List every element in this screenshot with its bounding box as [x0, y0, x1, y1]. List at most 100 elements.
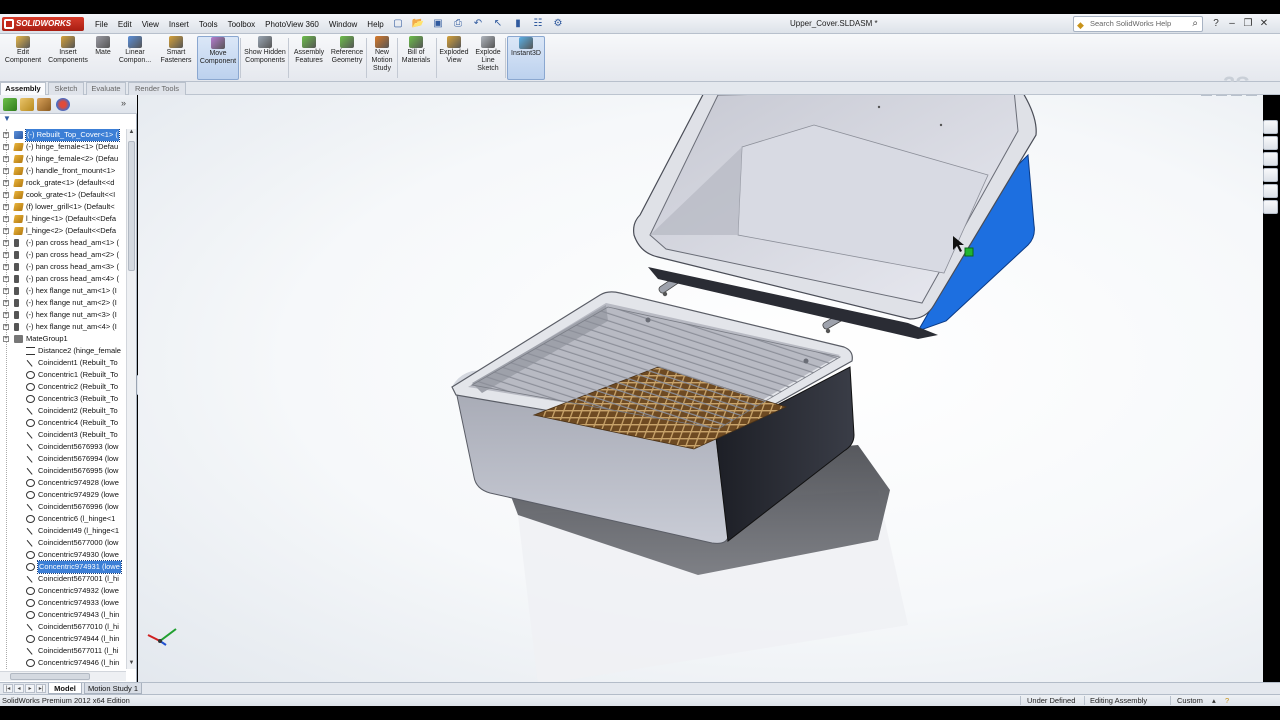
menu-file[interactable]: File [90, 18, 113, 31]
graphics-area[interactable]: ⤢ ⌕ ↺ ◧ ◳ ◪ ◐ ◉ ▣ ⚙ – ▭ ❐ ✕ [138, 95, 1263, 682]
linear-compon-button[interactable]: Linear Compon... [116, 36, 154, 80]
tree-item[interactable]: + (-) hinge_female<2> (Defau [0, 153, 126, 165]
design-library-icon[interactable] [1263, 136, 1278, 150]
tree-item[interactable]: Coincident5676995 (low [0, 465, 126, 477]
expand-icon[interactable]: + [3, 312, 9, 318]
tab-sketch[interactable]: Sketch [48, 82, 84, 95]
bill-of-materials-button[interactable]: Bill of Materials [399, 36, 433, 80]
tree-item[interactable]: Coincident5677010 (l_hi [0, 621, 126, 633]
menu-view[interactable]: View [137, 18, 164, 31]
tab-model[interactable]: Model [48, 683, 82, 694]
expand-icon[interactable]: + [3, 288, 9, 294]
mate-reference-point[interactable] [964, 247, 974, 257]
menu-help[interactable]: Help [362, 18, 388, 31]
print-icon[interactable]: ⎙ [450, 17, 466, 31]
graphics-tile-icon[interactable]: ▭ [1216, 95, 1227, 96]
zoom-to-fit-icon[interactable]: ⤢ [608, 95, 620, 96]
tree-item[interactable]: + l_hinge<2> (Default<<Defa [0, 225, 126, 237]
close-icon[interactable]: ✕ [1258, 17, 1270, 30]
tree-item[interactable]: Concentric1 (Rebuilt_To [0, 369, 126, 381]
apply-scene-icon[interactable]: ▣ [728, 95, 740, 96]
view-orientation-icon[interactable]: ◳ [668, 95, 680, 96]
file-explorer-icon[interactable] [1263, 152, 1278, 166]
tree-item[interactable]: + (-) hex flange nut_am<3> (I [0, 309, 126, 321]
tree-item[interactable]: Coincident5677001 (l_hi [0, 573, 126, 585]
tree-item[interactable]: Concentric974929 (lowe [0, 489, 126, 501]
tree-item[interactable]: + (-) hinge_female<1> (Defau [0, 141, 126, 153]
tree-item[interactable]: Coincident5676993 (low [0, 441, 126, 453]
expand-icon[interactable]: + [3, 264, 9, 270]
tree-item[interactable]: Concentric974933 (lowe [0, 597, 126, 609]
graphics-restore-icon[interactable]: ❐ [1231, 95, 1242, 96]
next-tab-icon[interactable]: ▸ [25, 684, 35, 693]
open-folder-icon[interactable]: 📂 [410, 17, 426, 31]
tree-item[interactable]: + (-) hex flange nut_am<2> (I [0, 297, 126, 309]
expand-icon[interactable]: + [3, 132, 9, 138]
tree-item[interactable]: + (-) pan cross head_am<4> ( [0, 273, 126, 285]
search-help-input[interactable]: ◆ Search SolidWorks Help ⌕ [1073, 16, 1203, 32]
tree-item[interactable]: Concentric2 (Rebuilt_To [0, 381, 126, 393]
options-icon[interactable]: ⚙ [550, 17, 566, 31]
expand-icon[interactable]: + [3, 204, 9, 210]
tree-item[interactable]: + (-) pan cross head_am<1> ( [0, 237, 126, 249]
menu-tools[interactable]: Tools [194, 18, 223, 31]
show-hidden-components-button[interactable]: Show Hidden Components [242, 36, 288, 80]
expand-icon[interactable]: + [3, 168, 9, 174]
move-component-button[interactable]: Move Component [197, 36, 239, 80]
tab-evaluate[interactable]: Evaluate [86, 82, 126, 95]
tree-item[interactable]: Concentric3 (Rebuilt_To [0, 393, 126, 405]
scroll-down-icon[interactable]: ▼ [127, 660, 136, 669]
edit-appearance-icon[interactable]: ◉ [713, 95, 725, 96]
tree-item[interactable]: + cook_grate<1> (Default<<I [0, 189, 126, 201]
tree-item[interactable]: + (-) hex flange nut_am<1> (I [0, 285, 126, 297]
exploded-view-button[interactable]: Exploded View [438, 36, 470, 80]
expand-icon[interactable]: + [3, 324, 9, 330]
solidworks-resources-icon[interactable] [1263, 120, 1278, 134]
menu-window[interactable]: Window [324, 18, 362, 31]
expand-icon[interactable]: + [3, 216, 9, 222]
minimize-icon[interactable]: – [1226, 17, 1238, 30]
undo-icon[interactable]: ↶ [470, 17, 486, 31]
tree-item[interactable]: + (-) handle_front_mount<1> [0, 165, 126, 177]
expand-icon[interactable]: + [3, 192, 9, 198]
tree-item[interactable]: + l_hinge<1> (Default<<Defa [0, 213, 126, 225]
tree-item[interactable]: + MateGroup1 [0, 333, 126, 345]
view-palette-icon[interactable] [1263, 168, 1278, 182]
menu-toolbox[interactable]: Toolbox [223, 18, 261, 31]
tree-item[interactable]: Concentric974930 (lowe [0, 549, 126, 561]
propertymanager-tab-icon[interactable] [20, 98, 34, 111]
help-icon[interactable]: ? [1210, 17, 1222, 30]
tab-assembly[interactable]: Assembly [0, 82, 46, 95]
last-tab-icon[interactable]: ▸| [36, 684, 46, 693]
first-tab-icon[interactable]: |◂ [3, 684, 13, 693]
graphics-minimize-icon[interactable]: – [1201, 95, 1212, 96]
select-arrow-icon[interactable]: ↖ [490, 17, 506, 31]
tree-item[interactable]: + (f) lower_grill<1> (Default< [0, 201, 126, 213]
scroll-up-icon[interactable]: ▲ [127, 129, 136, 138]
expand-icon[interactable]: + [3, 300, 9, 306]
units-selector[interactable]: Custom [1177, 695, 1203, 706]
reference-geometry-button[interactable]: Reference Geometry [330, 36, 364, 80]
menu-edit[interactable]: Edit [113, 18, 137, 31]
expand-icon[interactable]: + [3, 276, 9, 282]
explode-line-sketch-button[interactable]: Explode Line Sketch [473, 36, 503, 80]
tree-item[interactable]: Coincident3 (Rebuilt_To [0, 429, 126, 441]
expand-icon[interactable]: + [3, 252, 9, 258]
upper-cover-lid[interactable] [633, 95, 1037, 339]
tree-item[interactable]: Concentric4 (Rebuilt_To [0, 417, 126, 429]
mate-button[interactable]: Mate [92, 36, 114, 80]
tree-item[interactable]: Concentric974932 (lowe [0, 585, 126, 597]
tree-item[interactable]: + (-) pan cross head_am<2> ( [0, 249, 126, 261]
solidworks-logo[interactable]: SOLIDWORKS [2, 17, 84, 31]
expand-icon[interactable]: + [3, 240, 9, 246]
previous-view-icon[interactable]: ↺ [638, 95, 650, 96]
tree-item[interactable]: + rock_grate<1> (default<<d [0, 177, 126, 189]
tab-render-tools[interactable]: Render Tools [128, 82, 186, 95]
tree-item[interactable]: Concentric974944 (l_hin [0, 633, 126, 645]
menu-photoview-360[interactable]: PhotoView 360 [260, 18, 324, 31]
expand-icon[interactable]: + [3, 156, 9, 162]
prev-tab-icon[interactable]: ◂ [14, 684, 24, 693]
appearances-scenes-icon[interactable] [1263, 184, 1278, 198]
hscroll-thumb[interactable] [10, 673, 90, 680]
help-status-icon[interactable]: ? [1225, 695, 1229, 706]
